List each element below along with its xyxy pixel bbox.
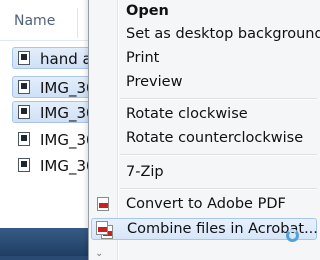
menu-item-label: Preview: [126, 74, 183, 90]
file-row[interactable]: IMG_30: [12, 101, 96, 123]
busy-cursor-icon: [286, 229, 299, 242]
menu-item-7zip[interactable]: 7-Zip: [91, 162, 317, 184]
menu-item-rotate-counterclockwise[interactable]: Rotate counterclockwise: [91, 128, 317, 150]
menu-separator: [120, 98, 317, 100]
menu-item-label: 7-Zip: [126, 164, 164, 180]
image-file-icon: [18, 132, 30, 146]
taskbar: [0, 228, 96, 256]
image-file-icon: [18, 158, 30, 172]
file-name: hand a: [40, 50, 92, 68]
menu-item-combine-files-in-acrobat[interactable]: Combine files in Acrobat...: [91, 218, 318, 242]
menu-item-preview[interactable]: Preview: [91, 72, 317, 94]
menu-item-set-desktop-background[interactable]: Set as desktop background: [91, 24, 320, 46]
image-file-icon: [18, 51, 30, 65]
menu-separator: [120, 188, 317, 190]
menu-item-label: Open: [126, 3, 169, 19]
menu-item-rotate-clockwise[interactable]: Rotate clockwise: [91, 104, 317, 126]
pdf-combine-icon: [96, 221, 108, 235]
file-row[interactable]: IMG_30: [12, 154, 96, 176]
name-column-label: Name: [14, 13, 56, 29]
image-file-icon: [18, 105, 30, 119]
menu-item-label: Rotate clockwise: [126, 106, 248, 122]
image-file-icon: [18, 80, 30, 94]
file-row[interactable]: IMG_30: [12, 128, 96, 150]
menu-item-label: Convert to Adobe PDF: [126, 196, 286, 212]
file-list-pane: Name hand a IMG_30 IMG_30 IMG_30 IMG_30: [0, 0, 97, 228]
menu-item-print[interactable]: Print: [91, 48, 317, 70]
menu-item-open[interactable]: Open: [91, 1, 317, 23]
file-row[interactable]: IMG_30: [12, 76, 96, 98]
column-divider[interactable]: [77, 8, 78, 38]
pdf-convert-icon: [97, 197, 109, 211]
menu-item-label: Set as desktop background: [126, 26, 320, 42]
menu-separator: [120, 154, 317, 156]
chevron-down-icon: ⌄: [95, 248, 104, 259]
file-row[interactable]: hand a: [12, 47, 96, 69]
menu-item-convert-to-adobe-pdf[interactable]: Convert to Adobe PDF: [91, 194, 317, 216]
context-menu: Open Set as desktop background Print Pre…: [88, 0, 320, 260]
name-column-header[interactable]: Name: [0, 0, 96, 41]
menu-item-label: Rotate counterclockwise: [126, 130, 304, 146]
menu-item-label: Print: [126, 50, 160, 66]
